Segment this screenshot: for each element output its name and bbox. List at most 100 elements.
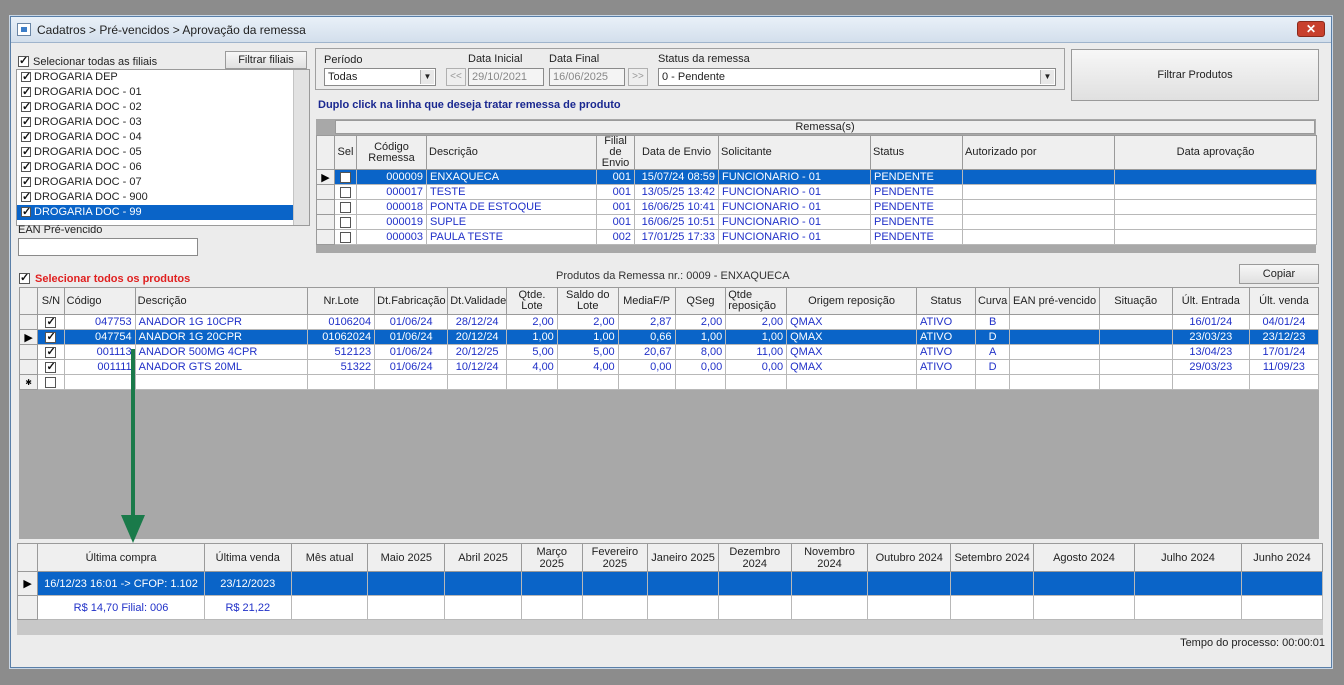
produtos-col-header[interactable]: EAN pré-vencido — [1009, 287, 1100, 315]
produtos-col-header[interactable]: Dt.Fabricação — [374, 287, 449, 315]
vendas-col-header[interactable]: Outubro 2024 — [867, 543, 952, 572]
vendas-col-header[interactable]: Última compra — [37, 543, 205, 572]
filial-item[interactable]: DROGARIA DOC - 06 — [17, 160, 309, 175]
filial-checkbox[interactable] — [21, 160, 31, 175]
select-all-filiais-checkbox[interactable] — [18, 54, 29, 67]
produto-checkbox[interactable] — [45, 316, 57, 328]
remessa-sel-cell[interactable] — [334, 199, 357, 215]
filial-checkbox[interactable] — [21, 205, 31, 220]
filial-item[interactable]: DROGARIA DEP — [17, 70, 309, 85]
row-indicator[interactable] — [316, 214, 335, 230]
row-indicator[interactable] — [16, 595, 39, 620]
filiais-scrollbar[interactable] — [293, 70, 309, 225]
vendas-col-header[interactable]: Abril 2025 — [444, 543, 522, 572]
vendas-col-header[interactable]: Janeiro 2025 — [647, 543, 719, 572]
produtos-col-header[interactable]: Qtde reposição — [725, 287, 788, 315]
data-final-input[interactable]: 16/06/2025 — [549, 68, 625, 86]
select-all-produtos-checkbox[interactable] — [19, 271, 30, 284]
filial-item[interactable]: DROGARIA DOC - 99 — [17, 205, 309, 220]
new-row-indicator[interactable]: ✱ — [18, 374, 39, 390]
vendas-col-header[interactable]: Julho 2024 — [1133, 543, 1243, 572]
remessa-row[interactable]: 000018 PONTA DE ESTOQUE 001 16/06/25 10:41 F… — [316, 199, 1317, 215]
remessa-row[interactable]: 000019 SUPLE 001 16/06/25 10:51 FUNCIONARIO … — [316, 214, 1317, 230]
remessas-col-header[interactable]: Autorizado por — [962, 135, 1115, 170]
produtos-col-header[interactable]: Origem reposição — [786, 287, 918, 315]
filial-item[interactable]: DROGARIA DOC - 05 — [17, 145, 309, 160]
produtos-col-header[interactable]: Últ. venda — [1248, 287, 1320, 315]
vendas-col-header[interactable]: Maio 2025 — [367, 543, 446, 572]
produto-row[interactable]: 001113ANADOR 500MG 4CPR51212301/06/2420/… — [18, 344, 1320, 360]
copiar-button[interactable]: Copiar — [1239, 264, 1319, 284]
filial-checkbox[interactable] — [21, 70, 31, 85]
row-indicator[interactable] — [316, 229, 335, 245]
row-indicator[interactable]: ▶ — [16, 571, 39, 596]
produtos-col-header[interactable]: Código — [63, 287, 136, 315]
row-indicator[interactable] — [316, 184, 335, 200]
produto-sn-cell[interactable] — [37, 374, 65, 390]
periodo-select[interactable]: Todas ▼ — [324, 68, 436, 86]
produto-checkbox[interactable] — [45, 331, 57, 343]
filial-item[interactable]: DROGARIA DOC - 900 — [17, 190, 309, 205]
produtos-col-header[interactable]: Curva — [974, 287, 1011, 315]
remessas-col-header[interactable]: Sel — [334, 135, 357, 170]
row-indicator[interactable] — [18, 344, 39, 360]
vendas-col-header[interactable]: Mês atual — [290, 543, 369, 572]
vendas-col-header[interactable]: Novembro 2024 — [790, 543, 869, 572]
vendas-row[interactable]: R$ 14,70 Filial: 006 R$ 21,22 — [16, 595, 1323, 620]
remessa-sel-cell[interactable] — [334, 169, 357, 185]
vendas-col-header[interactable]: Última venda — [203, 543, 292, 572]
remessa-checkbox[interactable] — [340, 216, 351, 228]
produto-new-row[interactable]: ✱ — [18, 374, 1320, 390]
produtos-col-header[interactable]: Descrição — [134, 287, 309, 315]
remessa-checkbox[interactable] — [340, 186, 351, 198]
remessa-checkbox[interactable] — [340, 201, 351, 213]
produtos-col-header[interactable]: Qtde. Lote — [506, 287, 558, 315]
remessa-checkbox[interactable] — [340, 171, 351, 183]
vendas-col-header[interactable]: Setembro 2024 — [950, 543, 1034, 572]
remessa-checkbox[interactable] — [340, 231, 351, 243]
remessa-sel-cell[interactable] — [334, 214, 357, 230]
row-indicator[interactable]: ▶ — [316, 169, 335, 185]
produto-checkbox[interactable] — [45, 346, 57, 358]
filial-checkbox[interactable] — [21, 115, 31, 130]
filial-checkbox[interactable] — [21, 145, 31, 160]
prev-date-button[interactable]: << — [446, 68, 466, 86]
produto-row[interactable]: ▶ 047754ANADOR 1G 20CPR0106202401/06/2420… — [18, 329, 1320, 345]
produto-sn-cell[interactable] — [37, 344, 65, 360]
filial-item[interactable]: DROGARIA DOC - 03 — [17, 115, 309, 130]
produto-checkbox[interactable] — [45, 376, 57, 388]
produtos-col-header[interactable]: Status — [916, 287, 976, 315]
filial-checkbox[interactable] — [21, 175, 31, 190]
remessas-col-header[interactable]: Filial de Envio — [596, 135, 635, 170]
filtrar-produtos-button[interactable]: Filtrar Produtos — [1071, 49, 1319, 101]
produtos-col-header[interactable]: S/N — [37, 287, 65, 315]
filial-checkbox[interactable] — [21, 85, 31, 100]
row-indicator[interactable]: ▶ — [18, 329, 39, 345]
produtos-col-header[interactable]: Saldo do Lote — [556, 287, 619, 315]
vendas-col-header[interactable]: Junho 2024 — [1241, 543, 1323, 572]
remessa-sel-cell[interactable] — [334, 229, 357, 245]
produtos-col-header[interactable]: QSeg — [674, 287, 727, 315]
produto-sn-cell[interactable] — [37, 329, 65, 345]
vendas-row[interactable]: ▶ 16/12/23 16:01 -> CFOP: 1.102 23/12/2023 — [16, 571, 1323, 596]
filtrar-filiais-button[interactable]: Filtrar filiais — [225, 51, 307, 69]
filial-checkbox[interactable] — [21, 130, 31, 145]
produtos-col-header[interactable]: Dt.Validade — [447, 287, 508, 315]
remessas-col-header[interactable]: Descrição — [426, 135, 597, 170]
vendas-col-header[interactable]: Fevereiro 2025 — [581, 543, 649, 572]
remessas-col-header[interactable]: Código Remessa — [356, 135, 427, 170]
status-remessa-select[interactable]: 0 - Pendente ▼ — [658, 68, 1056, 86]
produto-checkbox[interactable] — [45, 361, 57, 373]
filial-item[interactable]: DROGARIA DOC - 07 — [17, 175, 309, 190]
remessas-col-header[interactable]: Data de Envio — [634, 135, 719, 170]
filial-checkbox[interactable] — [21, 100, 31, 115]
next-date-button[interactable]: >> — [628, 68, 648, 86]
remessa-sel-cell[interactable] — [334, 184, 357, 200]
filial-item[interactable]: DROGARIA DOC - 04 — [17, 130, 309, 145]
remessa-row[interactable]: 000003 PAULA TESTE 002 17/01/25 17:33 FUNCIO… — [316, 229, 1317, 245]
row-indicator[interactable] — [18, 359, 39, 375]
produto-sn-cell[interactable] — [37, 314, 65, 330]
filial-item[interactable]: DROGARIA DOC - 01 — [17, 85, 309, 100]
produto-sn-cell[interactable] — [37, 359, 65, 375]
remessa-row[interactable]: ▶ 000009 ENXAQUECA 001 15/07/24 08:59 FUNCION… — [316, 169, 1317, 185]
